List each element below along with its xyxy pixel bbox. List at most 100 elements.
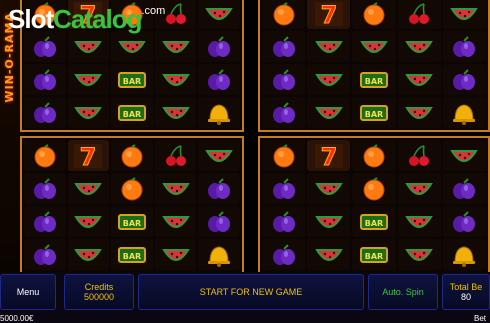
symbol-seven: 7 (67, 140, 110, 171)
symbol-bar: BAR (111, 206, 153, 237)
watermelon-icon (315, 40, 343, 53)
watermark-catalog: Catalog (53, 4, 142, 34)
watermelon-icon (405, 73, 433, 86)
menu-button[interactable]: Menu (0, 274, 56, 310)
symbol-bar: BAR (352, 239, 396, 270)
auto-spin-button[interactable]: Auto. Spin (368, 274, 438, 310)
symbol-plum (262, 173, 306, 204)
svg-text:BAR: BAR (123, 219, 141, 228)
symbol-plum (262, 97, 306, 128)
orange-icon (273, 1, 295, 25)
game-logo: WIN-O-RAMA (0, 0, 20, 272)
plum-icon (33, 243, 56, 265)
watermelon-icon (74, 248, 103, 261)
symbol-bell (442, 239, 486, 270)
symbol-watermelon (397, 173, 441, 204)
symbol-plum (198, 173, 240, 204)
plum-icon (208, 177, 231, 199)
cherry-icon (165, 144, 186, 166)
symbol-watermelon (154, 97, 197, 128)
plum-icon (272, 177, 295, 199)
symbol-watermelon (307, 31, 351, 62)
symbol-watermelon (154, 206, 197, 237)
svg-text:BAR: BAR (123, 252, 141, 261)
svg-text:7: 7 (320, 143, 337, 169)
slot-game: WIN-O-RAMA 7 BAR BAR 7 BAR BAR 7 BAR BAR 7 BAR B… (0, 0, 490, 323)
bar-icon: BAR (117, 71, 146, 88)
svg-text:BAR: BAR (365, 252, 383, 261)
watermark-com: .com (141, 5, 166, 17)
symbol-orange (262, 140, 306, 171)
symbol-plum (198, 64, 240, 95)
bar-icon: BAR (359, 213, 388, 230)
symbol-cherry (154, 140, 197, 171)
plum-icon (208, 35, 231, 57)
bell-icon (208, 245, 231, 267)
symbol-watermelon (67, 206, 110, 237)
watermelon-icon (405, 182, 433, 195)
slotcatalog-watermark: Slot Catalog .com (8, 4, 165, 38)
svg-text:7: 7 (320, 1, 337, 27)
symbol-bar: BAR (352, 206, 396, 237)
symbol-watermelon (397, 239, 441, 270)
symbol-plum (262, 64, 306, 95)
symbol-watermelon (198, 140, 240, 171)
symbol-plum (262, 239, 306, 270)
watermelon-icon (161, 248, 190, 261)
symbol-plum (24, 239, 66, 270)
bell-icon (453, 103, 476, 125)
symbol-plum (442, 206, 486, 237)
watermelon-icon (405, 106, 433, 119)
symbol-plum (24, 97, 66, 128)
symbol-orange (111, 173, 153, 204)
plum-icon (453, 35, 476, 57)
watermelon-icon (161, 73, 190, 86)
orange-icon (363, 176, 385, 200)
bar-icon: BAR (117, 104, 146, 121)
plum-icon (453, 68, 476, 90)
credits-label: Credits (84, 282, 114, 292)
plum-icon (272, 210, 295, 232)
bar-icon: BAR (117, 246, 146, 263)
total-bet-display[interactable]: Total Be 80 (442, 274, 490, 310)
symbol-watermelon (307, 97, 351, 128)
watermelon-icon (315, 73, 343, 86)
seven-icon: 7 (314, 1, 343, 27)
watermelon-icon (315, 215, 343, 228)
seven-icon: 7 (314, 143, 343, 169)
watermelon-icon (450, 7, 479, 20)
symbol-watermelon (397, 206, 441, 237)
watermelon-icon (161, 182, 190, 195)
bell-icon (453, 245, 476, 267)
start-button[interactable]: START FOR NEW GAME (138, 274, 364, 310)
svg-text:BAR: BAR (365, 77, 383, 86)
bar-icon: BAR (359, 246, 388, 263)
svg-text:BAR: BAR (365, 219, 383, 228)
symbol-bar: BAR (111, 97, 153, 128)
total-bet-label: Total Be (449, 282, 483, 292)
symbol-watermelon (307, 239, 351, 270)
symbol-watermelon (397, 31, 441, 62)
symbol-orange (352, 0, 396, 29)
symbol-plum (24, 64, 66, 95)
symbol-plum (24, 173, 66, 204)
symbol-watermelon (67, 64, 110, 95)
svg-text:BAR: BAR (123, 77, 141, 86)
symbol-plum (442, 31, 486, 62)
symbol-plum (198, 206, 240, 237)
symbol-watermelon (352, 31, 396, 62)
svg-text:7: 7 (80, 143, 97, 169)
start-label: START FOR NEW GAME (199, 287, 303, 297)
watermelon-icon (315, 248, 343, 261)
symbol-watermelon (442, 0, 486, 29)
orange-icon (121, 176, 143, 200)
plum-icon (272, 101, 295, 123)
orange-icon (34, 143, 56, 167)
symbol-orange (262, 0, 306, 29)
symbol-cherry (397, 0, 441, 29)
svg-text:BAR: BAR (123, 110, 141, 119)
auto-spin-label: Auto. Spin (382, 287, 424, 297)
menu-label: Menu (16, 287, 40, 297)
symbol-watermelon (442, 140, 486, 171)
balance-text: 5000.00€ (0, 314, 34, 323)
